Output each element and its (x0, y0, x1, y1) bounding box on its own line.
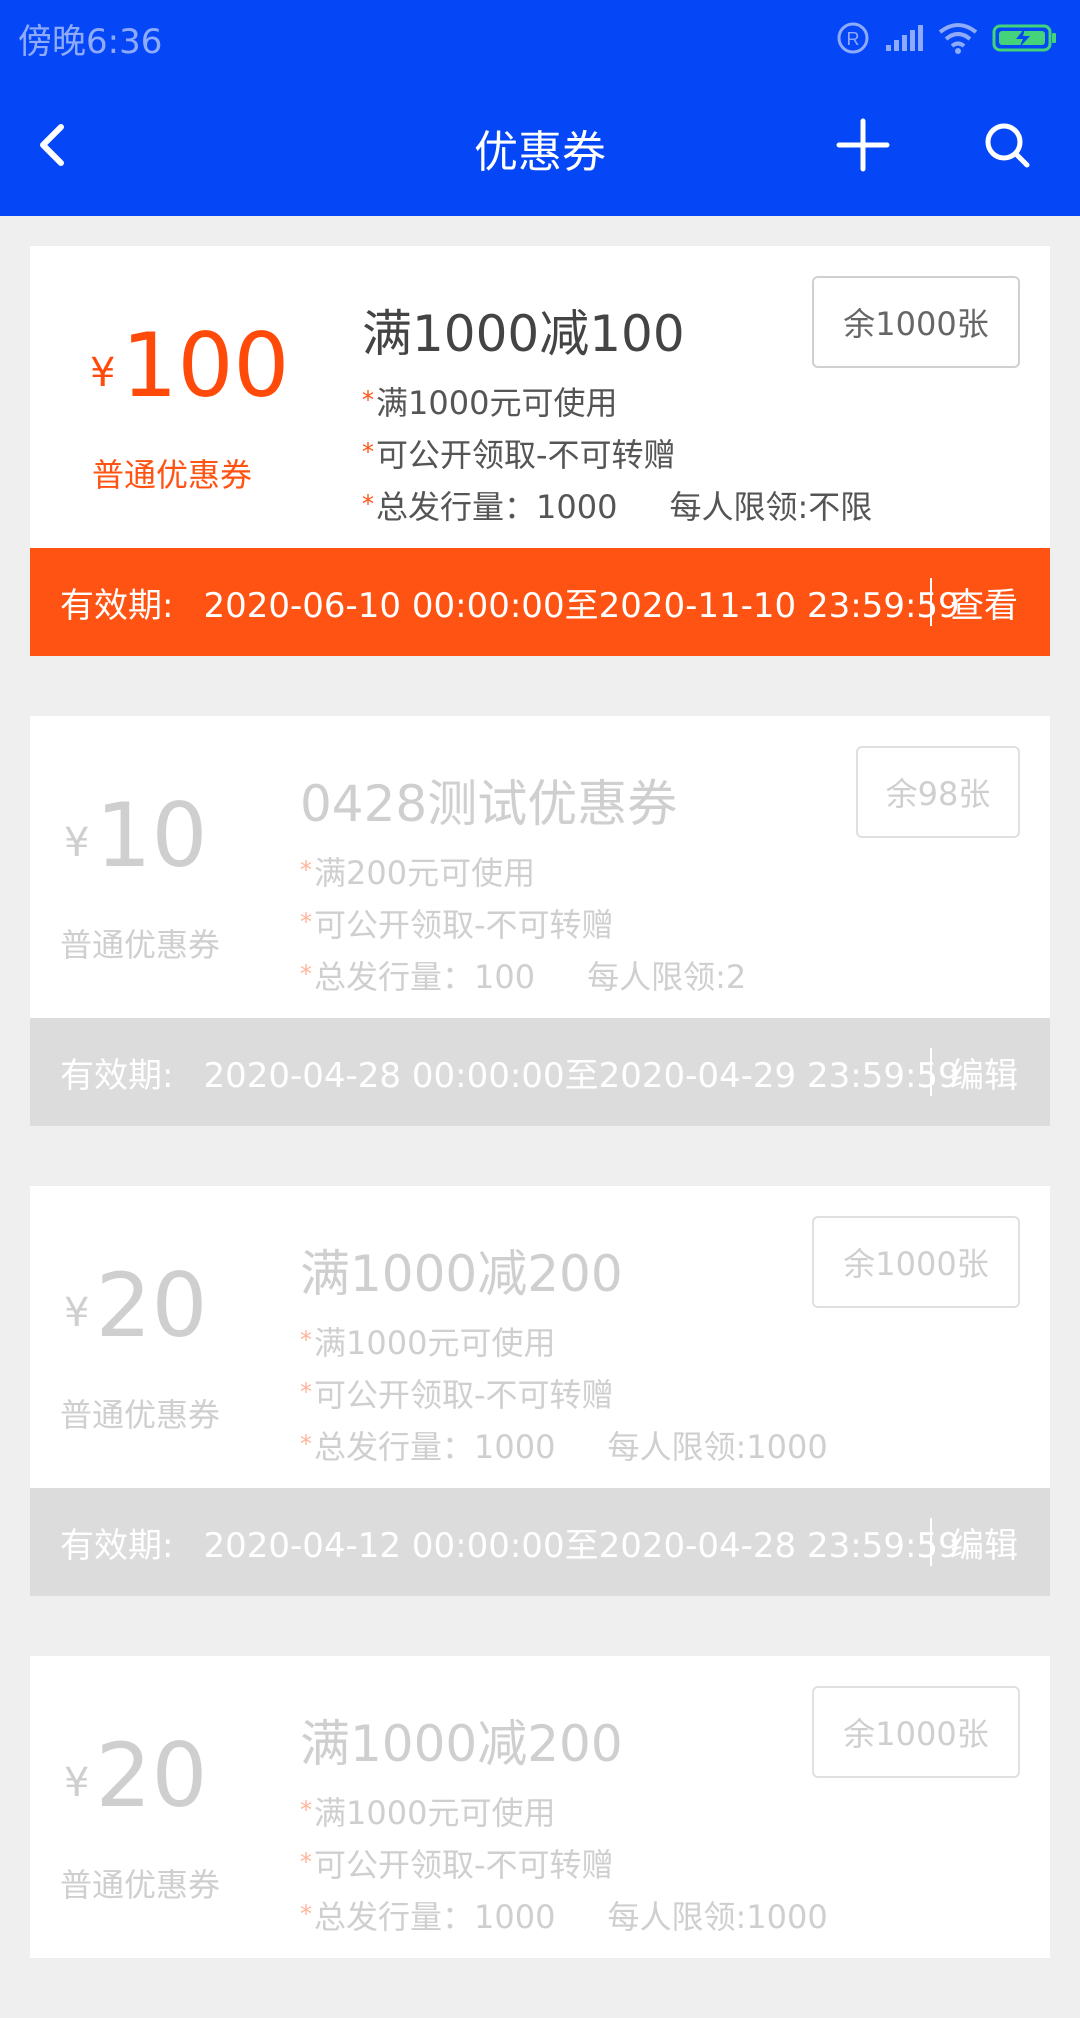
rule-claim: *可公开领取-不可转赠 (300, 906, 614, 944)
rule-min-spend: *满1000元可使用 (300, 1324, 556, 1362)
coupon-body: ¥100 普通优惠券 满1000减100 *满1000元可使用 *可公开领取-不… (30, 246, 1050, 548)
validity-range: 2020-04-28 00:00:00至2020-04-29 23:59:59 (203, 1055, 960, 1096)
coupon-rules: *满1000元可使用 *可公开领取-不可转赠 *总发行量：1000 每人限领:10… (300, 1786, 828, 1942)
view-button[interactable]: 查看 (950, 578, 1018, 627)
divider (930, 578, 932, 626)
status-bar: 傍晚6:36 R (0, 0, 1080, 74)
coupon-card[interactable]: ¥20 普通优惠券 满1000减200 *满1000元可使用 *可公开领取-不可… (30, 1186, 1050, 1596)
coupon-type: 普通优惠券 (60, 1396, 221, 1434)
plus-icon (836, 118, 890, 172)
rule-issue: *总发行量：100 每人限领:2 (300, 958, 747, 996)
coupon-type: 普通优惠券 (60, 926, 221, 964)
rule-issue: *总发行量：1000 每人限领:1000 (300, 1428, 828, 1466)
coupon-value: 20 (95, 1254, 208, 1357)
rule-claim: *可公开领取-不可转赠 (300, 1376, 614, 1414)
rule-min-spend: *满1000元可使用 (300, 1794, 556, 1832)
coupon-amount: ¥100 (90, 314, 289, 417)
currency-symbol: ¥ (90, 350, 116, 396)
currency-symbol: ¥ (64, 820, 90, 866)
total-issued: 总发行量：1000 (314, 1898, 556, 1936)
per-user-limit: 每人限领:1000 (607, 1898, 828, 1936)
wifi-icon (938, 23, 978, 54)
coupon-card[interactable]: ¥100 普通优惠券 满1000减100 *满1000元可使用 *可公开领取-不… (30, 246, 1050, 656)
page-title: 优惠券 (474, 127, 606, 178)
divider (930, 1048, 932, 1096)
coupon-amount: ¥20 (64, 1254, 207, 1357)
divider (930, 1518, 932, 1566)
coupon-list: ¥100 普通优惠券 满1000减100 *满1000元可使用 *可公开领取-不… (30, 246, 1050, 2018)
coupon-value: 100 (121, 314, 290, 417)
total-issued: 总发行量：100 (314, 958, 536, 996)
stock-badge: 余1000张 (812, 1216, 1020, 1308)
validity-bar: 有效期: 2020-06-10 00:00:00至2020-11-10 23:5… (30, 548, 1050, 656)
rule-min-spend: *满1000元可使用 (362, 384, 618, 422)
coupon-type: 普通优惠券 (60, 1866, 221, 1904)
svg-text:R: R (847, 29, 860, 49)
edit-button[interactable]: 编辑 (950, 1048, 1018, 1097)
validity-range: 2020-06-10 00:00:00至2020-11-10 23:59:59 (203, 585, 960, 626)
total-issued: 总发行量：1000 (376, 488, 618, 526)
rule-min-spend: *满200元可使用 (300, 854, 536, 892)
per-user-limit: 每人限领:1000 (607, 1428, 828, 1466)
edit-button[interactable]: 编辑 (950, 1518, 1018, 1567)
signal-icon (886, 25, 923, 51)
coupon-body: ¥20 普通优惠券 满1000减200 *满1000元可使用 *可公开领取-不可… (30, 1656, 1050, 1958)
coupon-title: 满1000减100 (362, 305, 685, 363)
stock-badge: 余1000张 (812, 276, 1020, 368)
coupon-card[interactable]: ¥20 普通优惠券 满1000减200 *满1000元可使用 *可公开领取-不可… (30, 1656, 1050, 1958)
search-icon (985, 123, 1030, 168)
validity-label: 有效期: (60, 1525, 174, 1566)
coupon-amount: ¥10 (64, 784, 207, 887)
stock-badge: 余1000张 (812, 1686, 1020, 1778)
stock-badge: 余98张 (856, 746, 1020, 838)
coupon-body: ¥10 普通优惠券 0428测试优惠券 *满200元可使用 *可公开领取-不可转… (30, 716, 1050, 1018)
system-icons: R (836, 18, 1058, 58)
validity-label: 有效期: (60, 585, 174, 626)
nav-bar: 优惠券 (0, 74, 1080, 216)
coupon-title: 0428测试优惠券 (300, 775, 678, 833)
validity-range: 2020-04-12 00:00:00至2020-04-28 23:59:59 (203, 1525, 960, 1566)
status-time: 傍晚6:36 (18, 22, 163, 62)
coupon-type: 普通优惠券 (92, 456, 253, 494)
currency-symbol: ¥ (64, 1290, 90, 1336)
coupon-body: ¥20 普通优惠券 满1000减200 *满1000元可使用 *可公开领取-不可… (30, 1186, 1050, 1488)
coupon-title: 满1000减200 (300, 1245, 623, 1303)
add-button[interactable] (828, 110, 898, 180)
coupon-amount: ¥20 (64, 1724, 207, 1827)
coupon-rules: *满1000元可使用 *可公开领取-不可转赠 *总发行量：1000 每人限领:10… (300, 1316, 828, 1472)
coupon-value: 20 (95, 1724, 208, 1827)
registered-icon: R (837, 22, 869, 54)
coupon-rules: *满1000元可使用 *可公开领取-不可转赠 *总发行量：1000 每人限领:不限 (362, 376, 872, 532)
currency-symbol: ¥ (64, 1760, 90, 1806)
search-button[interactable] (972, 110, 1042, 180)
per-user-limit: 每人限领:2 (587, 958, 747, 996)
rule-issue: *总发行量：1000 每人限领:1000 (300, 1898, 828, 1936)
validity-label: 有效期: (60, 1055, 174, 1096)
rule-issue: *总发行量：1000 每人限领:不限 (362, 488, 873, 526)
total-issued: 总发行量：1000 (314, 1428, 556, 1466)
coupon-value: 10 (95, 784, 208, 887)
rule-claim: *可公开领取-不可转赠 (362, 436, 676, 474)
validity-bar: 有效期: 2020-04-12 00:00:00至2020-04-28 23:5… (30, 1488, 1050, 1596)
validity-bar: 有效期: 2020-04-28 00:00:00至2020-04-29 23:5… (30, 1018, 1050, 1126)
coupon-title: 满1000减200 (300, 1715, 623, 1773)
battery-icon (992, 24, 1056, 52)
rule-claim: *可公开领取-不可转赠 (300, 1846, 614, 1884)
coupon-rules: *满200元可使用 *可公开领取-不可转赠 *总发行量：100 每人限领:2 (300, 846, 746, 1002)
per-user-limit: 每人限领:不限 (669, 488, 873, 526)
coupon-card[interactable]: ¥10 普通优惠券 0428测试优惠券 *满200元可使用 *可公开领取-不可转… (30, 716, 1050, 1126)
